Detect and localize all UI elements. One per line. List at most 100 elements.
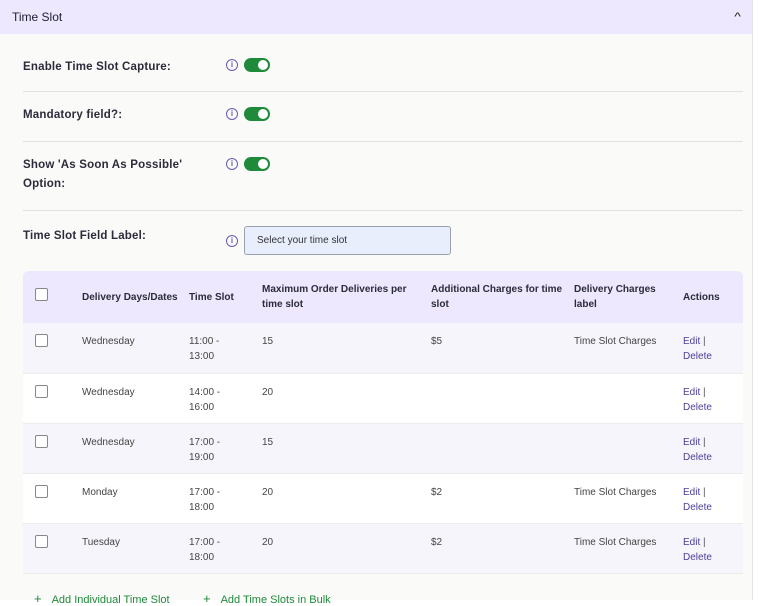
cell-label: Time Slot Charges <box>574 473 683 524</box>
cell-slot: 11:00 - 13:00 <box>189 323 262 374</box>
cell-actions: Edit | Delete <box>683 473 743 524</box>
cell-slot: 14:00 - 16:00 <box>189 373 262 424</box>
edit-link[interactable]: Edit <box>683 336 700 347</box>
separator: | <box>703 536 706 548</box>
delete-link[interactable]: Delete <box>683 402 712 413</box>
info-icon[interactable]: i <box>226 108 238 120</box>
info-icon[interactable]: i <box>226 235 238 247</box>
slot-from: 14:00 - <box>189 386 221 398</box>
cell-slot: 17:00 - 18:00 <box>189 523 262 574</box>
plus-icon: + <box>203 591 211 606</box>
edit-link[interactable]: Edit <box>683 487 700 498</box>
table-header-row: Delivery Days/Dates Time Slot Maximum Or… <box>23 271 743 323</box>
table-row: Wednesday 14:00 - 16:00 20 Edit | Delete <box>23 373 743 424</box>
col-charges: Additional Charges for time slot <box>431 284 563 310</box>
add-individual-slot-link[interactable]: + Add Individual Time Slot <box>34 591 170 606</box>
cell-day: Wednesday <box>82 323 189 374</box>
delete-link[interactable]: Delete <box>683 552 712 563</box>
slot-from: 17:00 - <box>189 486 221 498</box>
cell-charge <box>431 373 574 424</box>
setting-label: Time Slot Field Label: <box>23 230 147 242</box>
slot-from: 17:00 - <box>189 436 221 448</box>
cell-max: 15 <box>262 323 431 374</box>
setting-mandatory: Mandatory field?: i <box>23 92 743 142</box>
edit-link[interactable]: Edit <box>683 537 700 548</box>
table-row: Monday 17:00 - 18:00 20 $2 Time Slot Char… <box>23 473 743 524</box>
mandatory-toggle[interactable] <box>244 107 270 121</box>
info-icon[interactable]: i <box>226 158 238 170</box>
add-bulk-slots-link[interactable]: + Add Time Slots in Bulk <box>203 591 331 606</box>
cell-day: Wednesday <box>82 423 189 474</box>
col-max: Maximum Order Deliveries per time slot <box>262 284 407 310</box>
cell-slot: 17:00 - 18:00 <box>189 473 262 524</box>
chevron-up-icon[interactable]: ^ <box>734 11 741 23</box>
field-label-input[interactable]: Select your time slot <box>244 226 451 255</box>
cell-max: 20 <box>262 523 431 574</box>
cell-label <box>574 423 683 474</box>
time-slot-table: Delivery Days/Dates Time Slot Maximum Or… <box>23 271 743 574</box>
col-actions: Actions <box>683 291 720 303</box>
slot-to: 16:00 <box>189 401 215 413</box>
row-checkbox[interactable] <box>35 484 48 498</box>
row-checkbox[interactable] <box>35 334 48 347</box>
delete-link[interactable]: Delete <box>683 502 712 513</box>
col-slot: Time Slot <box>189 291 234 303</box>
cell-max: 20 <box>262 373 431 424</box>
cell-actions: Edit | Delete <box>683 373 743 424</box>
table-row: Wednesday 17:00 - 19:00 15 Edit | Delete <box>23 423 743 474</box>
cell-day: Wednesday <box>82 373 189 424</box>
cell-max: 20 <box>262 473 431 524</box>
slot-to: 19:00 <box>189 451 215 463</box>
panel-title: Time Slot <box>12 10 63 24</box>
separator: | <box>703 386 706 398</box>
edit-link[interactable]: Edit <box>683 387 700 398</box>
row-checkbox[interactable] <box>35 534 48 548</box>
slot-to: 13:00 <box>189 351 215 362</box>
select-all-checkbox[interactable] <box>35 288 48 301</box>
enable-capture-toggle[interactable] <box>244 58 270 72</box>
setting-label: Enable Time Slot Capture: <box>23 61 171 73</box>
add-bulk-label: Add Time Slots in Bulk <box>220 594 331 606</box>
col-days: Delivery Days/Dates <box>82 291 178 303</box>
delete-link[interactable]: Delete <box>683 351 712 362</box>
setting-enable-capture: Enable Time Slot Capture: i <box>23 56 743 92</box>
separator: | <box>703 486 706 498</box>
cell-actions: Edit | Delete <box>683 523 743 574</box>
plus-icon: + <box>34 591 42 606</box>
panel-header[interactable]: Time Slot ^ <box>0 0 752 34</box>
slot-to: 18:00 <box>189 551 215 563</box>
cell-label: Time Slot Charges <box>574 523 683 574</box>
cell-day: Monday <box>82 473 189 524</box>
cell-charge <box>431 423 574 474</box>
slot-to: 18:00 <box>189 501 215 513</box>
separator: | <box>703 436 706 448</box>
cell-max: 15 <box>262 423 431 474</box>
cell-day: Tuesday <box>82 523 189 574</box>
setting-label: Mandatory field?: <box>23 109 123 121</box>
separator: | <box>703 336 706 347</box>
setting-label: Show 'As Soon As Possible' <box>23 159 183 171</box>
cell-label <box>574 373 683 424</box>
cell-label: Time Slot Charges <box>574 323 683 374</box>
add-individual-label: Add Individual Time Slot <box>51 594 170 606</box>
cell-charge: $5 <box>431 323 574 374</box>
cell-actions: Edit | Delete <box>683 423 743 474</box>
asap-toggle[interactable] <box>244 157 270 171</box>
slot-from: 17:00 - <box>189 536 221 548</box>
table-row: Wednesday 11:00 - 13:00 15 $5 Time Slot C… <box>23 323 743 374</box>
table-row: Tuesday 17:00 - 18:00 20 $2 Time Slot Cha… <box>23 523 743 574</box>
col-label: Delivery Charges label <box>574 284 656 310</box>
cell-actions: Edit | Delete <box>683 323 743 374</box>
edit-link[interactable]: Edit <box>683 437 700 448</box>
time-slot-panel: Time Slot ^ Enable Time Slot Capture: i … <box>0 0 753 606</box>
row-checkbox[interactable] <box>35 434 48 448</box>
cell-slot: 17:00 - 19:00 <box>189 423 262 474</box>
setting-asap: Show 'As Soon As Possible' Option: i <box>23 142 743 211</box>
setting-label: Option: <box>23 178 66 190</box>
row-checkbox[interactable] <box>35 384 48 398</box>
delete-link[interactable]: Delete <box>683 452 712 463</box>
slot-from: 11:00 - <box>189 336 220 347</box>
cell-charge: $2 <box>431 523 574 574</box>
info-icon[interactable]: i <box>226 59 238 71</box>
cell-charge: $2 <box>431 473 574 524</box>
